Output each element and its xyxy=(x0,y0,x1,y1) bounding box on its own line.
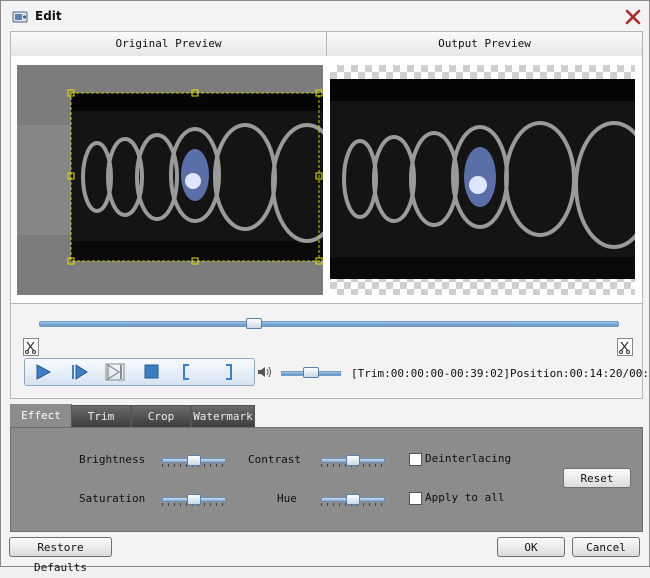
effect-panel: Brightness Contrast Deinterlacing Reset … xyxy=(10,427,643,532)
play-icon[interactable] xyxy=(31,362,55,382)
scissors-icon xyxy=(25,341,36,354)
contrast-label: Contrast xyxy=(248,453,301,466)
title-bar: Edit xyxy=(1,1,649,31)
restore-defaults-button[interactable]: Restore Defaults xyxy=(9,537,112,574)
cancel-button[interactable]: Cancel xyxy=(572,537,640,557)
hue-label: Hue xyxy=(277,492,297,505)
preview-area xyxy=(10,56,643,304)
progress-track[interactable] xyxy=(39,321,619,327)
volume-thumb[interactable] xyxy=(303,367,319,378)
hue-thumb[interactable] xyxy=(346,494,360,505)
video-edit-icon xyxy=(12,11,28,23)
saturation-thumb[interactable] xyxy=(187,494,201,505)
step-forward-icon[interactable] xyxy=(67,362,91,382)
progress-thumb[interactable] xyxy=(245,318,262,329)
hue-slider[interactable] xyxy=(321,494,385,506)
tab-crop[interactable]: Crop xyxy=(131,405,191,427)
tab-effect[interactable]: Effect xyxy=(10,404,72,428)
brightness-label: Brightness xyxy=(79,453,146,466)
playback-controls-area: [Trim:00:00:00-00:39:02]Position:00:14:2… xyxy=(10,304,650,399)
tab-watermark[interactable]: Watermark xyxy=(191,405,255,427)
trim-position-readout: [Trim:00:00:00-00:39:02]Position:00:14:2… xyxy=(351,367,650,380)
contrast-thumb[interactable] xyxy=(346,455,360,466)
apply-to-all-label: Apply to all xyxy=(425,491,505,504)
contrast-slider[interactable] xyxy=(321,455,385,467)
original-preview-video[interactable] xyxy=(17,65,323,295)
original-video-frame xyxy=(17,65,323,295)
playback-button-bar xyxy=(24,358,255,386)
apply-to-all-checkbox[interactable] xyxy=(409,492,422,505)
close-icon[interactable] xyxy=(623,7,643,27)
output-preview-header: Output Preview xyxy=(326,31,643,57)
saturation-label: Saturation xyxy=(79,492,146,505)
bracket-left-icon[interactable] xyxy=(175,362,199,382)
skip-end-icon[interactable] xyxy=(103,362,127,382)
stop-icon[interactable] xyxy=(139,362,163,382)
trim-start-marker[interactable] xyxy=(23,338,39,356)
scissors-icon xyxy=(619,341,630,354)
bracket-right-icon[interactable] xyxy=(217,362,241,382)
output-preview-video xyxy=(330,65,635,295)
original-preview-header: Original Preview xyxy=(10,31,327,57)
ok-button[interactable]: OK xyxy=(497,537,565,557)
brightness-slider[interactable] xyxy=(162,455,226,467)
deinterlacing-label: Deinterlacing xyxy=(425,452,512,465)
trim-end-marker[interactable] xyxy=(617,338,633,356)
tab-trim[interactable]: Trim xyxy=(71,405,131,427)
saturation-slider[interactable] xyxy=(162,494,226,506)
deinterlacing-checkbox[interactable] xyxy=(409,453,422,466)
reset-button[interactable]: Reset xyxy=(563,468,631,488)
window-title: Edit xyxy=(35,9,62,23)
output-video-frame xyxy=(330,79,635,279)
volume-icon[interactable] xyxy=(257,365,273,379)
edit-window: Edit Original Preview Output Preview [Tr… xyxy=(0,0,650,574)
brightness-thumb[interactable] xyxy=(187,455,201,466)
